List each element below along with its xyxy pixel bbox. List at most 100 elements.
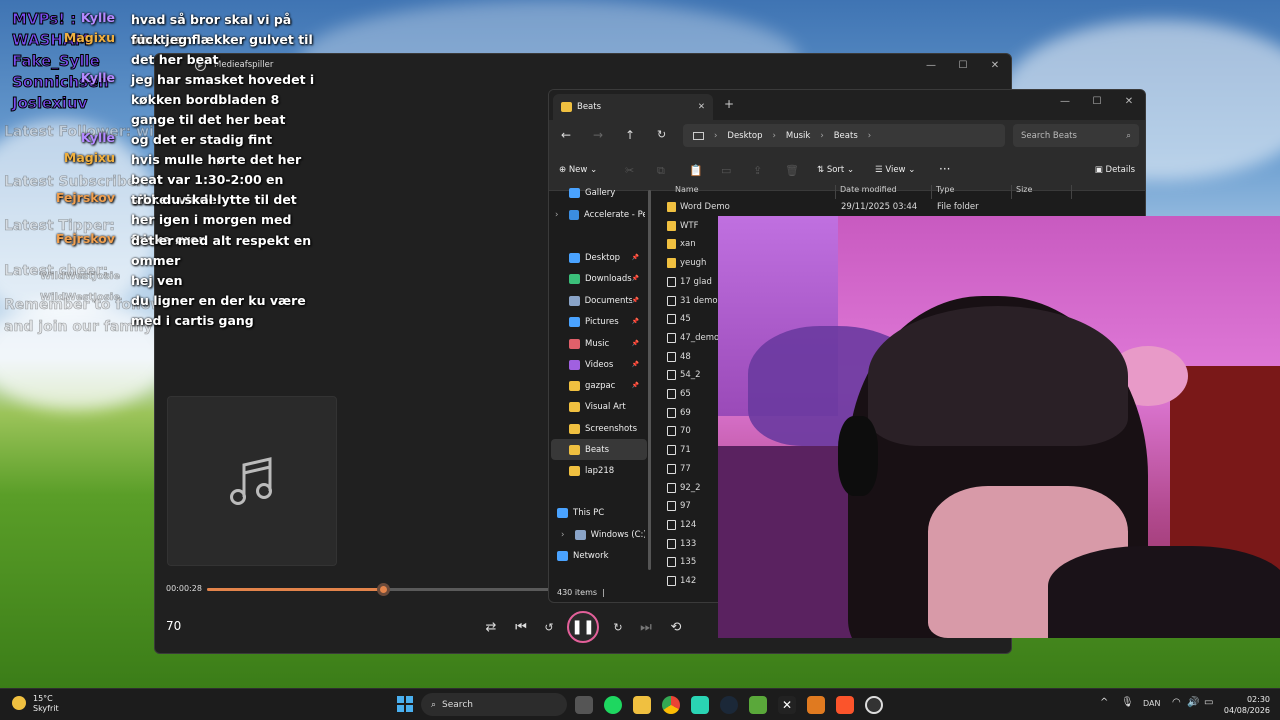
- file-row[interactable]: 31 demo: [667, 292, 718, 310]
- file-row[interactable]: 69: [667, 404, 691, 422]
- forward-30-button[interactable]: ↻: [605, 616, 631, 638]
- nav-item-windows-c[interactable]: › Windows (C:): [561, 524, 645, 545]
- volume-icon[interactable]: 🔊: [1187, 697, 1199, 708]
- nav-item-network[interactable]: ›Network: [557, 545, 645, 566]
- file-row[interactable]: 92_2: [667, 479, 700, 497]
- file-row[interactable]: 70: [667, 422, 691, 440]
- rewind-10-button[interactable]: ↺: [536, 616, 562, 638]
- pin-icon[interactable]: 📌: [632, 340, 645, 347]
- pin-icon[interactable]: 📌: [632, 275, 645, 282]
- pin-icon[interactable]: 📌: [632, 254, 645, 261]
- rename-icon[interactable]: ▭: [721, 164, 731, 177]
- brave-icon[interactable]: [836, 696, 854, 714]
- pin-icon[interactable]: 📌: [632, 297, 645, 304]
- file-row[interactable]: 71: [667, 441, 691, 459]
- next-button[interactable]: ⏭: [633, 616, 659, 638]
- capcut-alt-icon[interactable]: ✕: [778, 696, 796, 714]
- file-row[interactable]: 17 glad: [667, 273, 712, 291]
- battery-icon[interactable]: ▭: [1204, 697, 1213, 708]
- nav-item-beats[interactable]: Beats: [551, 439, 647, 460]
- file-explorer-icon[interactable]: [633, 696, 651, 714]
- weather-widget[interactable]: 15°C Skyfrit: [33, 694, 59, 714]
- pin-icon[interactable]: 📌: [632, 382, 645, 389]
- file-row[interactable]: 45: [667, 310, 691, 328]
- language-indicator[interactable]: DAN: [1143, 699, 1160, 708]
- task-view-icon[interactable]: [575, 696, 593, 714]
- capcut-icon[interactable]: [691, 696, 709, 714]
- nav-item-documents[interactable]: Documents 📌: [569, 290, 645, 311]
- file-row[interactable]: 65: [667, 385, 691, 403]
- nav-item-gallery[interactable]: Gallery: [569, 182, 645, 203]
- more-options-icon[interactable]: ···: [939, 162, 950, 176]
- copy-icon[interactable]: ⧉: [657, 164, 665, 178]
- tab-beats[interactable]: Beats ✕: [553, 94, 713, 120]
- nav-item-pictures[interactable]: Pictures 📌: [569, 311, 645, 332]
- cut-icon[interactable]: ✂: [625, 164, 634, 177]
- file-row[interactable]: yeugh: [667, 254, 706, 272]
- taskbar-search[interactable]: ⌕ Search: [421, 693, 567, 716]
- nav-item-lap218[interactable]: lap218: [569, 460, 645, 481]
- nav-item-music[interactable]: Music 📌: [569, 333, 645, 354]
- maximize-button[interactable]: ☐: [1081, 90, 1113, 112]
- nav-item-visual-art[interactable]: Visual Art: [569, 396, 645, 417]
- details-button[interactable]: ▣ Details: [1095, 165, 1135, 175]
- share-icon[interactable]: ⇪: [753, 164, 762, 177]
- back-button[interactable]: ←: [561, 128, 571, 142]
- paste-icon[interactable]: 📋: [689, 164, 703, 177]
- sort-button[interactable]: ⇅ Sort ⌄: [817, 165, 854, 175]
- media-player-taskbar-icon[interactable]: [865, 696, 883, 714]
- file-row[interactable]: WTF: [667, 217, 699, 235]
- file-row[interactable]: Word Demo 29/11/2025 03:44 File folder: [667, 198, 979, 216]
- file-row[interactable]: 124: [667, 516, 696, 534]
- fl-studio-icon[interactable]: [807, 696, 825, 714]
- file-row[interactable]: 133: [667, 535, 696, 553]
- nav-item-downloads[interactable]: Downloads 📌: [569, 268, 645, 289]
- steam-icon[interactable]: [720, 696, 738, 714]
- breadcrumb-desktop[interactable]: Desktop: [727, 131, 762, 141]
- search-input[interactable]: Search Beats ⌕: [1013, 124, 1139, 147]
- minimize-button[interactable]: —: [1049, 90, 1081, 112]
- delete-icon[interactable]: 🗑: [785, 164, 799, 177]
- microphone-icon[interactable]: 🎙: [1121, 697, 1134, 708]
- expand-chevron-icon[interactable]: ⌄: [549, 508, 550, 518]
- shuffle-button[interactable]: ⇄: [478, 616, 504, 638]
- seek-handle[interactable]: [377, 583, 391, 596]
- column-size[interactable]: Size: [1012, 185, 1072, 199]
- close-tab-icon[interactable]: ✕: [698, 102, 705, 112]
- pin-icon[interactable]: 📌: [632, 361, 645, 368]
- chrome-icon[interactable]: [662, 696, 680, 714]
- file-row[interactable]: 97: [667, 497, 691, 515]
- clock[interactable]: 02:30 04/08/2026: [1222, 694, 1270, 716]
- navigation-pane[interactable]: Gallery › Accelerate - Per Desktop 📌 Download…: [549, 182, 649, 582]
- show-hidden-icons[interactable]: ^: [1100, 697, 1108, 708]
- breadcrumb-musik[interactable]: Musik: [786, 131, 810, 141]
- file-row[interactable]: 77: [667, 460, 691, 478]
- file-row[interactable]: 135: [667, 553, 696, 571]
- weather-moon-icon[interactable]: [12, 696, 26, 710]
- nav-item-screenshots[interactable]: Screenshots: [569, 418, 645, 439]
- column-type[interactable]: Type: [932, 185, 1012, 199]
- pin-icon[interactable]: 📌: [632, 318, 645, 325]
- wifi-icon[interactable]: ◠: [1172, 697, 1181, 708]
- explorer-tabbar[interactable]: Beats ✕ + — ☐ ✕: [549, 90, 1145, 120]
- file-row[interactable]: 47_demo2: [667, 329, 725, 347]
- nav-item-accelerate-per[interactable]: › Accelerate - Per: [555, 204, 645, 225]
- nav-item-desktop[interactable]: Desktop 📌: [569, 247, 645, 268]
- breadcrumb-beats[interactable]: Beats: [834, 131, 858, 141]
- start-button[interactable]: [397, 696, 413, 712]
- expand-chevron-icon[interactable]: ›: [555, 210, 558, 220]
- close-button[interactable]: ✕: [1113, 90, 1145, 112]
- close-button[interactable]: ✕: [979, 54, 1011, 76]
- previous-button[interactable]: ⏮: [508, 616, 534, 638]
- minimize-button[interactable]: —: [915, 54, 947, 76]
- breadcrumb[interactable]: › Desktop › Musik › Beats ›: [683, 124, 1005, 147]
- new-tab-button[interactable]: +: [724, 97, 734, 111]
- forward-button[interactable]: →: [593, 128, 603, 142]
- repeat-off-button[interactable]: ⟲: [663, 616, 689, 638]
- column-date-modified[interactable]: Date modified: [836, 185, 932, 199]
- nav-item-this-pc[interactable]: ⌄ This PC: [549, 502, 645, 523]
- new-button[interactable]: ⊕ New ⌄: [559, 165, 597, 175]
- pause-button[interactable]: ❚❚: [567, 611, 599, 643]
- column-name[interactable]: Name: [671, 185, 836, 199]
- nav-item-videos[interactable]: Videos 📌: [569, 354, 645, 375]
